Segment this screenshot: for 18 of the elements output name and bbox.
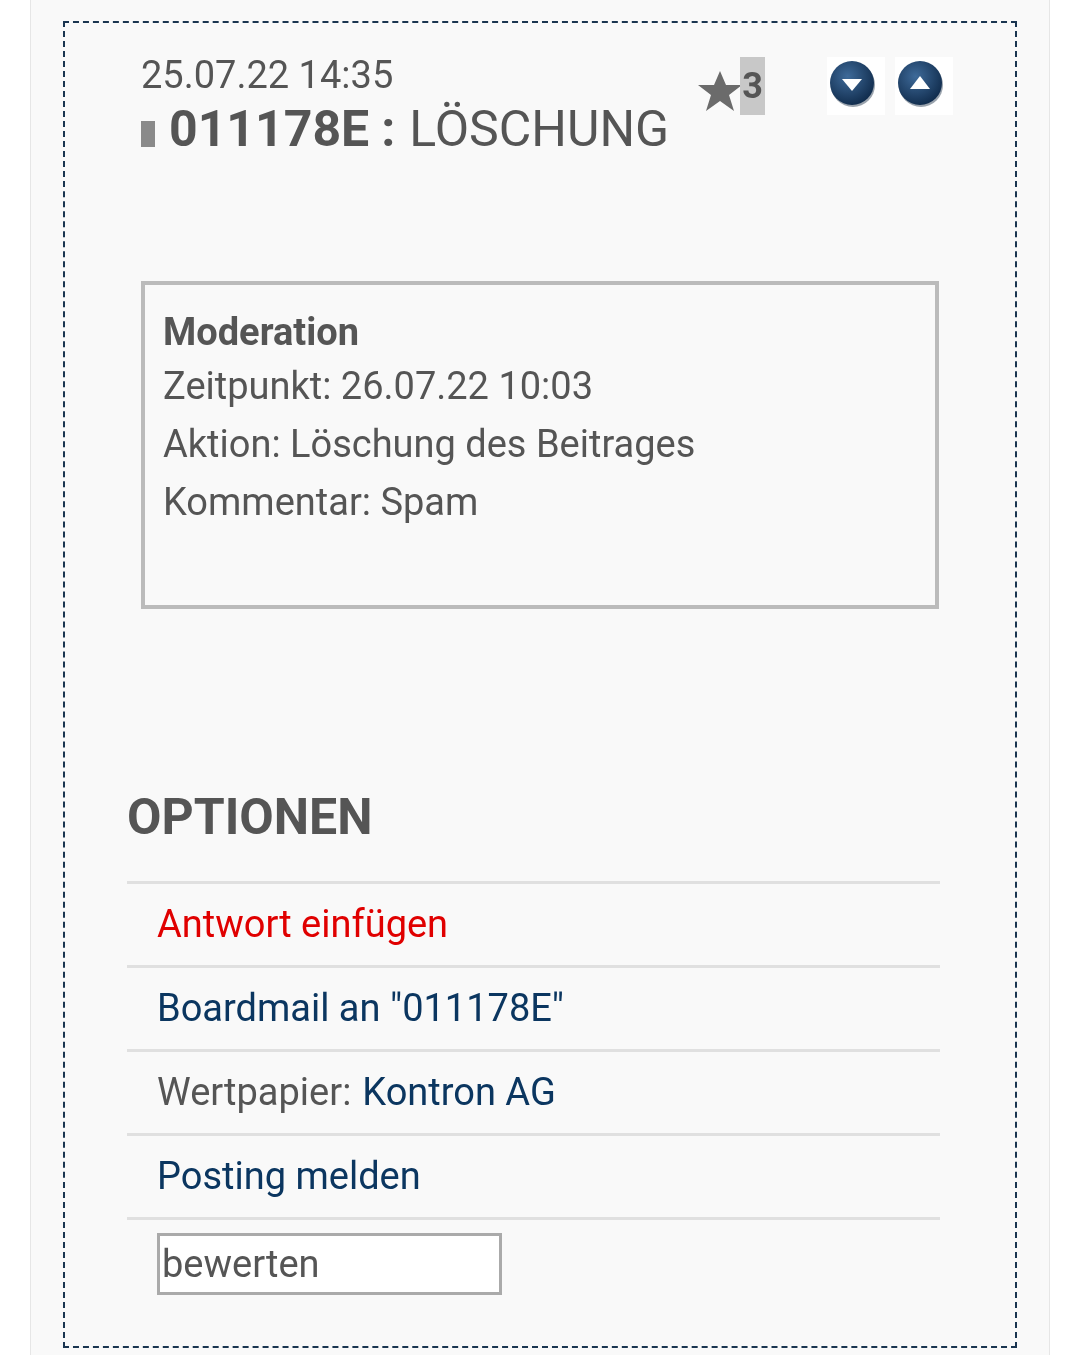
option-link[interactable]: Boardmail an "011178E"	[157, 980, 565, 1037]
post-author[interactable]: 011178E	[169, 99, 370, 159]
arrow-up-icon[interactable]	[895, 57, 953, 115]
moderation-detail: Aktion: Löschung des Beitrages	[163, 421, 697, 468]
option-label: Wertpapier:	[157, 1069, 352, 1116]
rating-field[interactable]: bewerten	[157, 1233, 502, 1295]
reply-link[interactable]: Antwort einfügen	[157, 896, 449, 953]
option-link[interactable]: Kontron AG	[362, 1064, 556, 1121]
options-heading: OPTIONEN	[127, 787, 374, 847]
separator: :	[381, 99, 396, 159]
option-link[interactable]: Posting melden	[157, 1148, 421, 1205]
moderation-detail: Zeitpunkt: 26.07.22 10:03	[163, 363, 595, 410]
moderation-title: Moderation	[163, 309, 360, 356]
post-subject: LÖSCHUNG	[409, 99, 670, 159]
post-timestamp: 25.07.22 14:35	[141, 53, 395, 97]
rating-count: 3	[740, 57, 765, 115]
moderation-detail: Kommentar: Spam	[163, 479, 480, 526]
arrow-down-icon[interactable]	[827, 57, 885, 115]
